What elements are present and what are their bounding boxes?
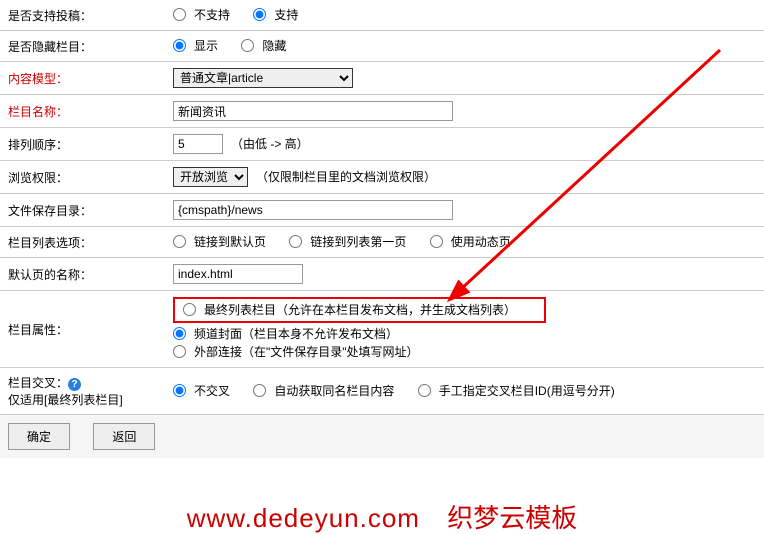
radio-external-link[interactable]: 外部连接（在"文件保存目录"处填写网址）	[173, 343, 419, 360]
input-savepath[interactable]	[173, 200, 453, 220]
radio-show[interactable]: 显示	[173, 37, 218, 54]
label-listopt: 栏目列表选项：	[0, 227, 165, 258]
label-savepath: 文件保存目录：	[0, 194, 165, 227]
radio-dynamic[interactable]: 使用动态页	[430, 233, 511, 250]
label-cross: 栏目交叉：? 仅适用[最终列表栏目]	[0, 368, 165, 415]
highlighted-option: 最终列表栏目（允许在本栏目发布文档，并生成文档列表）	[173, 297, 546, 323]
radio-no-cross[interactable]: 不交叉	[173, 382, 230, 399]
select-model[interactable]: 普通文章|article	[173, 68, 353, 88]
settings-form: 是否支持投稿： 不支持 支持 是否隐藏栏目： 显示 隐藏 内容模型： 普通文章|…	[0, 0, 764, 415]
brand-text: 织梦云模板	[447, 504, 577, 533]
button-row: 确定 返回	[0, 415, 764, 458]
back-button[interactable]: 返回	[93, 423, 155, 450]
ok-button[interactable]: 确定	[8, 423, 70, 450]
select-browse[interactable]: 开放浏览	[173, 167, 248, 187]
input-name[interactable]	[173, 101, 453, 121]
radio-manual-cross[interactable]: 手工指定交叉栏目ID(用逗号分开)	[418, 382, 615, 399]
sublabel-cross: 仅适用[最终列表栏目]	[8, 393, 123, 407]
label-defaultpage: 默认页的名称：	[0, 258, 165, 291]
label-browse: 浏览权限：	[0, 161, 165, 194]
label-hidden: 是否隐藏栏目：	[0, 31, 165, 62]
radio-hide[interactable]: 隐藏	[241, 37, 286, 54]
input-defaultpage[interactable]	[173, 264, 303, 284]
hint-order: （由低 -> 高）	[231, 137, 309, 151]
radio-final-list[interactable]: 最终列表栏目（允许在本栏目发布文档，并生成文档列表）	[183, 301, 516, 318]
hint-browse: （仅限制栏目里的文档浏览权限）	[256, 170, 436, 184]
radio-link-first[interactable]: 链接到列表第一页	[289, 233, 406, 250]
label-name: 栏目名称：	[0, 95, 165, 128]
radio-link-default[interactable]: 链接到默认页	[173, 233, 266, 250]
label-submission: 是否支持投稿：	[0, 0, 165, 31]
label-attr: 栏目属性：	[0, 291, 165, 368]
label-model: 内容模型：	[0, 62, 165, 95]
radio-auto-cross[interactable]: 自动获取同名栏目内容	[253, 382, 394, 399]
radio-no-submit[interactable]: 不支持	[173, 6, 230, 23]
radio-channel-cover[interactable]: 频道封面（栏目本身不允许发布文档）	[173, 325, 398, 342]
footer-brand: www.dedeyun.com 织梦云模板	[0, 498, 764, 535]
brand-url: www.dedeyun.com	[187, 503, 420, 533]
radio-submit[interactable]: 支持	[253, 6, 298, 23]
help-icon[interactable]: ?	[68, 378, 81, 391]
input-order[interactable]	[173, 134, 223, 154]
label-order: 排列顺序：	[0, 128, 165, 161]
